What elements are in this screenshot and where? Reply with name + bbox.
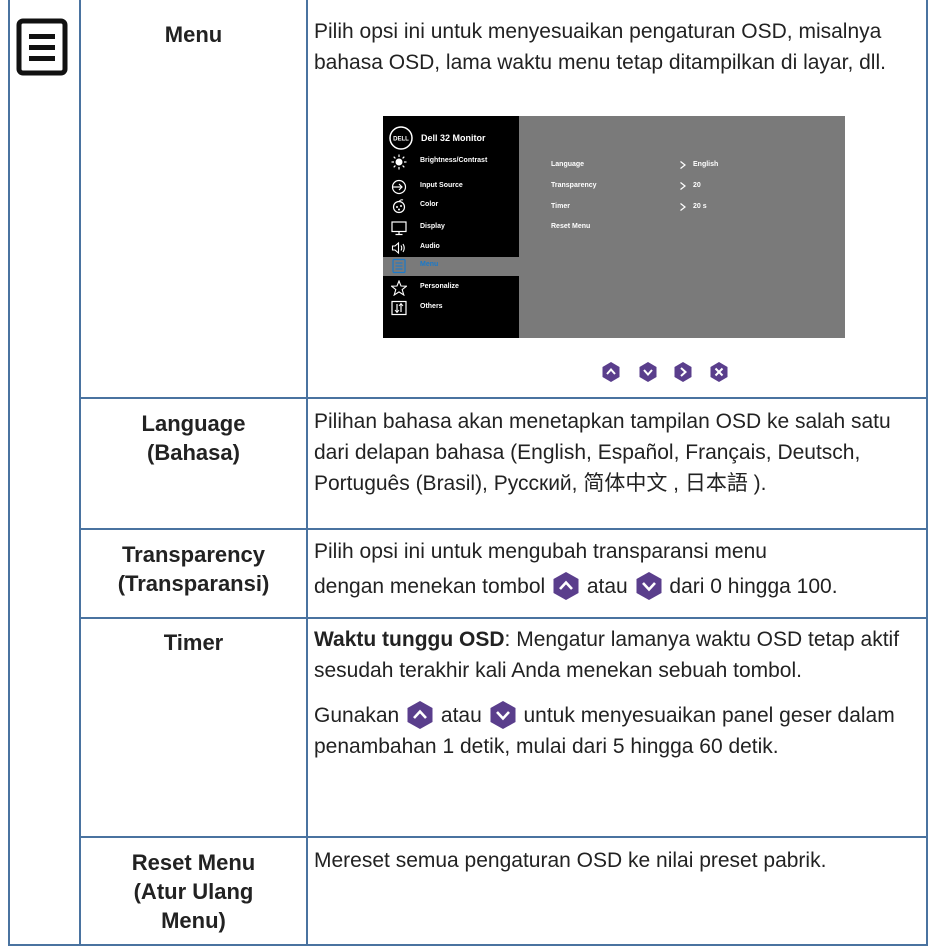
sun-icon <box>391 154 407 170</box>
right-button-icon[interactable] <box>673 361 693 383</box>
transparency-description: Pilih opsi ini untuk mengubah transparan… <box>314 536 926 602</box>
menu-icon <box>392 258 406 274</box>
row-divider <box>81 397 926 399</box>
osd-item-label: Input Source <box>420 182 463 189</box>
up-button-icon[interactable] <box>601 361 621 383</box>
row-divider <box>81 617 926 619</box>
menu-icon <box>16 18 68 76</box>
osd-item-brightness-contrast[interactable]: Brightness/Contrast <box>383 153 519 172</box>
osd-item-others[interactable]: Others <box>383 299 519 318</box>
menu-description: Pilih opsi ini untuk menyesuaikan pengat… <box>314 20 886 74</box>
reset-menu-description: Mereset semua pengaturan OSD ke nilai pr… <box>314 849 827 872</box>
osd-setting-timer[interactable]: Timer <box>551 203 570 210</box>
input-source-icon <box>391 179 407 195</box>
osd-setting-timer-value: 20 s <box>693 203 707 210</box>
osd-screen: DELL Dell 32 Monitor Brightness/Contrast <box>383 116 845 338</box>
osd-setting-transparency-value: 20 <box>693 182 701 189</box>
chevron-right-icon <box>680 161 686 169</box>
osd-setting-language[interactable]: Language <box>551 161 584 168</box>
down-button-icon <box>636 572 662 600</box>
chevron-right-icon <box>680 182 686 190</box>
color-icon <box>392 199 406 214</box>
language-description: Pilihan bahasa akan menetapkan tampilan … <box>314 410 891 495</box>
up-button-icon <box>553 572 579 600</box>
osd-item-input-source[interactable]: Input Source <box>383 178 519 197</box>
close-button-icon[interactable] <box>709 361 729 383</box>
down-button-icon[interactable] <box>638 361 658 383</box>
row-divider <box>81 836 926 838</box>
title-column-divider <box>306 0 308 946</box>
osd-item-label: Audio <box>420 243 440 250</box>
reset-menu-title: Reset Menu (Atur Ulang Menu) <box>131 850 256 933</box>
timer-title: Timer <box>163 630 224 655</box>
transparency-title: Transparency (Transparansi) <box>117 542 270 596</box>
osd-item-display[interactable]: Display <box>383 219 519 238</box>
timer-description: Waktu tunggu OSD: Mengatur lamanya waktu… <box>314 628 900 758</box>
osd-setting-reset-menu[interactable]: Reset Menu <box>551 223 590 230</box>
osd-item-personalize[interactable]: Personalize <box>383 279 519 298</box>
table-left-border <box>8 0 10 946</box>
up-button-icon <box>407 701 433 729</box>
star-icon <box>391 280 407 296</box>
others-icon <box>391 300 407 316</box>
osd-item-label: Brightness/Contrast <box>420 157 488 164</box>
osd-sidebar: DELL Dell 32 Monitor Brightness/Contrast <box>383 116 519 338</box>
language-title: Language (Bahasa) <box>141 411 246 465</box>
osd-item-color[interactable]: Color <box>383 197 519 216</box>
osd-item-label: Display <box>420 223 445 230</box>
manual-page: Menu Pilih opsi ini untuk menyesuaikan p… <box>0 0 930 946</box>
osd-setting-transparency[interactable]: Transparency <box>551 182 597 189</box>
svg-text:DELL: DELL <box>393 137 409 143</box>
row-divider <box>81 528 926 530</box>
osd-setting-language-value: English <box>693 161 719 168</box>
osd-item-label: Personalize <box>420 283 459 290</box>
osd-item-menu[interactable]: Menu <box>383 257 519 276</box>
menu-title: Menu <box>164 22 223 47</box>
osd-item-label: Color <box>420 201 439 208</box>
icon-column-divider <box>79 0 81 946</box>
osd-item-label: Others <box>420 303 443 310</box>
osd-item-audio[interactable]: Audio <box>383 239 519 258</box>
osd-model-name: Dell 32 Monitor <box>421 133 486 143</box>
audio-icon <box>391 241 405 255</box>
osd-item-label: Menu <box>420 261 439 268</box>
dell-logo: DELL <box>389 126 413 150</box>
chevron-right-icon <box>680 203 686 211</box>
display-icon <box>391 221 407 236</box>
table-right-border <box>926 0 928 946</box>
down-button-icon <box>490 701 516 729</box>
